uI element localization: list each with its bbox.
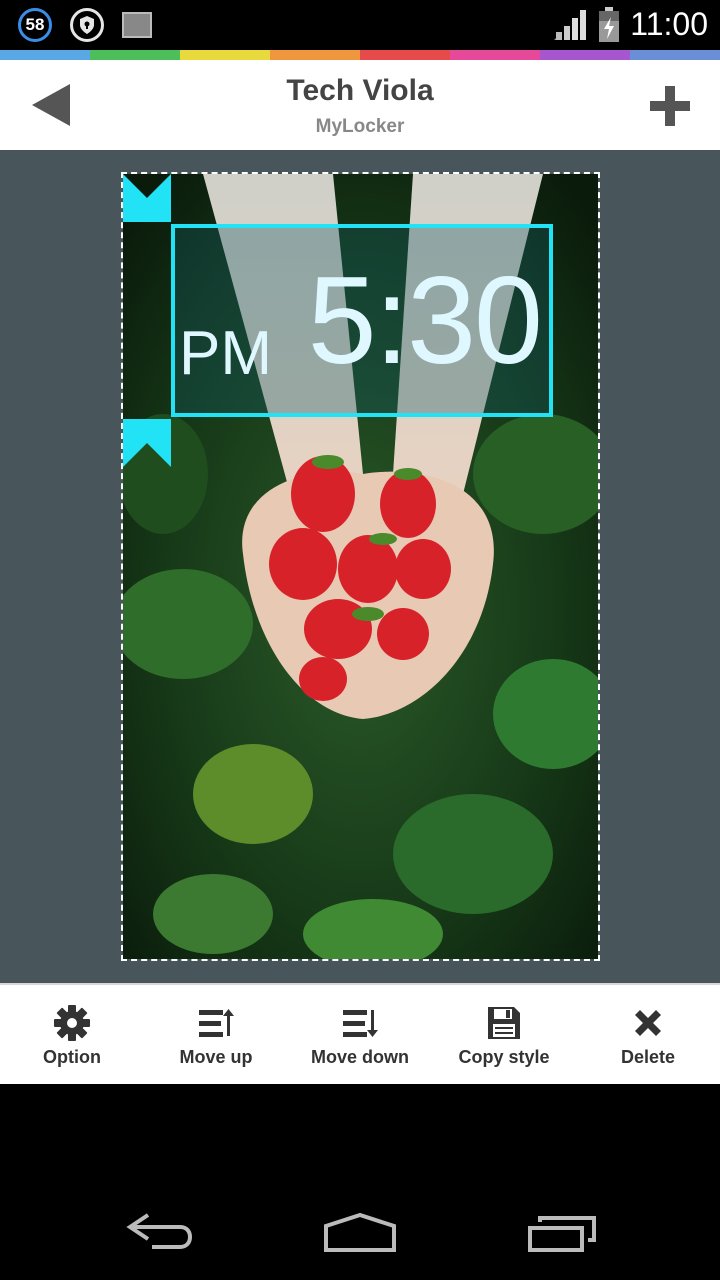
move-up-icon [196,1003,236,1043]
lockscreen-canvas[interactable]: PM 5:30 [121,172,600,961]
nav-home-icon[interactable] [322,1212,398,1254]
resize-handle-bottom-right[interactable] [123,419,171,467]
color-strip-segment [450,50,540,60]
system-navigation-bar [0,1084,720,1280]
color-strip-segment [270,50,360,60]
notification-count: 58 [25,15,45,34]
clock-ampm: PM [179,319,272,388]
floppy-disk-icon [484,1003,524,1043]
close-icon [628,1003,668,1043]
nav-recents-icon[interactable] [526,1214,598,1254]
move-down-button[interactable]: Move down [288,985,432,1084]
copy-style-label: Copy style [458,1047,550,1067]
notification-count-icon: 58 [18,8,52,42]
option-button[interactable]: Option [0,985,144,1084]
image-icon [122,12,152,38]
move-up-button[interactable]: Move up [144,985,288,1084]
move-down-icon [340,1003,380,1043]
move-down-label: Move down [311,1047,409,1067]
page-title: Tech Viola [286,74,434,107]
color-strip-segment [0,50,90,60]
page-subtitle: MyLocker [315,116,405,137]
color-strip [0,50,720,60]
signal-icon [554,9,587,40]
color-strip-segment [360,50,450,60]
bottom-toolbar: Option Move up Move down Copy style Dele… [0,983,720,1084]
gear-icon [52,1003,92,1043]
nav-back-icon[interactable] [126,1209,194,1253]
delete-button[interactable]: Delete [576,985,720,1084]
move-up-label: Move up [179,1047,253,1067]
editor-area: PM 5:30 [0,150,720,983]
option-label: Option [43,1047,101,1067]
add-button[interactable] [648,84,692,128]
clock-widget[interactable]: PM 5:30 [171,224,553,417]
copy-style-button[interactable]: Copy style [432,985,576,1084]
screen: 58 11:00 Tech Viola MyLocker PM 5:30 Opt… [0,0,720,1280]
shield-icon [70,8,104,42]
color-strip-segment [630,50,720,60]
battery-icon [599,6,620,42]
delete-label: Delete [620,1047,676,1067]
color-strip-segment [180,50,270,60]
color-strip-segment [540,50,630,60]
status-clock: 11:00 [630,6,708,42]
color-strip-segment [90,50,180,60]
app-header: Tech Viola MyLocker [0,60,720,150]
clock-time: 5:30 [307,252,543,390]
resize-handle-top-right[interactable] [123,174,171,222]
status-bar: 58 11:00 [0,0,720,50]
